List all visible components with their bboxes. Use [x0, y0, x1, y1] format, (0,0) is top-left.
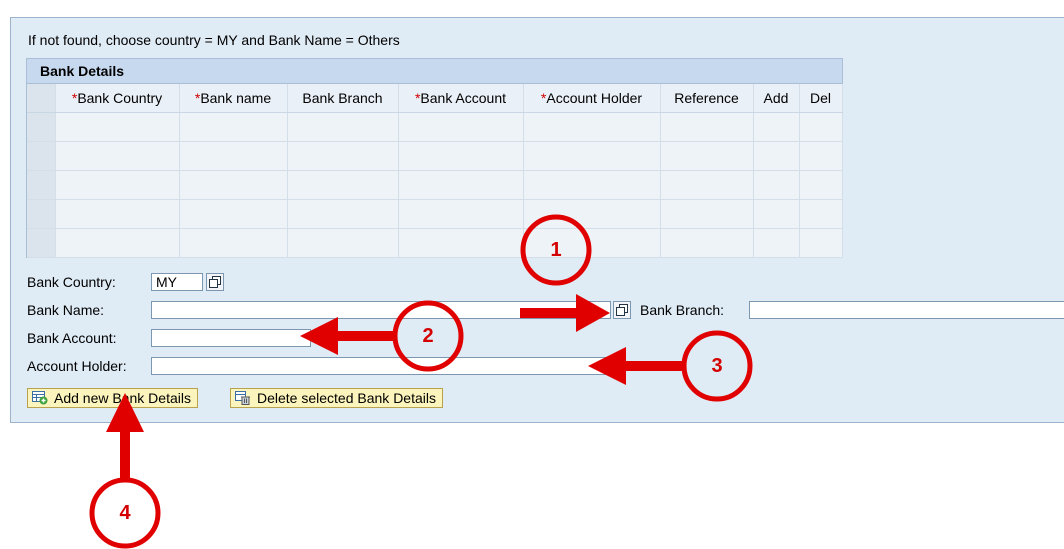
table-cell[interactable] [55, 112, 180, 142]
table-cell[interactable] [660, 112, 754, 142]
table-cell[interactable] [398, 112, 524, 142]
bank-branch-field[interactable] [749, 301, 1064, 319]
table-cell[interactable] [55, 141, 180, 171]
table-cell[interactable] [179, 199, 288, 229]
delete-bank-details-button[interactable]: Delete selected Bank Details [230, 388, 443, 408]
table-cell[interactable] [179, 228, 288, 258]
table-cell[interactable] [799, 199, 843, 229]
table-cell[interactable] [799, 170, 843, 200]
column-header-label: Del [809, 90, 831, 106]
table-cell[interactable] [287, 199, 399, 229]
bank-country-field[interactable]: MY [151, 273, 203, 291]
column-header-add[interactable]: Add [753, 84, 800, 113]
table-cell[interactable] [660, 228, 754, 258]
column-header-account-holder[interactable]: *Account Holder [523, 84, 661, 113]
table-cell[interactable] [287, 228, 399, 258]
table-cell[interactable] [753, 228, 800, 258]
row-selector[interactable] [27, 141, 56, 171]
table-cell[interactable] [799, 228, 843, 258]
bank-account-field[interactable] [151, 329, 311, 347]
table-cell[interactable] [660, 199, 754, 229]
bank-details-grid: *Bank Country *Bank name Bank Branch *Bank … [27, 84, 843, 258]
table-header-row: *Bank Country *Bank name Bank Branch *Bank … [27, 84, 843, 113]
column-header-label: Bank Country [77, 90, 163, 106]
column-header-bank-country[interactable]: *Bank Country [55, 84, 180, 113]
marker-2-number: 2 [422, 325, 434, 347]
table-cell[interactable] [660, 141, 754, 171]
account-holder-label: Account Holder: [27, 358, 127, 374]
select-all-cell[interactable] [27, 84, 56, 113]
table-row[interactable] [27, 199, 843, 229]
row-selector[interactable] [27, 112, 56, 142]
table-cell[interactable] [753, 112, 800, 142]
bank-account-label: Bank Account: [27, 330, 117, 346]
delete-row-icon [235, 391, 250, 405]
marker-3-number: 3 [711, 355, 723, 377]
column-header-reference[interactable]: Reference [660, 84, 754, 113]
row-selector[interactable] [27, 170, 56, 200]
delete-bank-details-label: Delete selected Bank Details [257, 390, 436, 406]
table-cell[interactable] [398, 199, 524, 229]
table-cell[interactable] [523, 170, 661, 200]
bank-details-table: Bank Details *Bank Country *Bank name Bank… [26, 58, 843, 258]
column-header-label: Bank Account [420, 90, 507, 106]
table-cell[interactable] [398, 141, 524, 171]
table-cell[interactable] [660, 170, 754, 200]
column-header-label: Add [763, 90, 789, 106]
table-cell[interactable] [179, 112, 288, 142]
table-title: Bank Details [27, 59, 842, 84]
table-cell[interactable] [799, 112, 843, 142]
bank-country-valuehelp-icon[interactable] [206, 273, 224, 291]
bank-name-label: Bank Name: [27, 302, 105, 318]
table-cell[interactable] [287, 112, 399, 142]
table-cell[interactable] [179, 170, 288, 200]
column-header-label: Account Holder [546, 90, 643, 106]
table-cell[interactable] [398, 228, 524, 258]
column-header-label: Bank Branch [302, 90, 383, 106]
column-header-bank-branch[interactable]: Bank Branch [287, 84, 399, 113]
add-bank-details-button[interactable]: Add new Bank Details [27, 388, 198, 408]
table-cell[interactable] [799, 141, 843, 171]
bank-branch-label: Bank Branch: [640, 302, 725, 318]
table-cell[interactable] [55, 199, 180, 229]
column-header-bank-name[interactable]: *Bank name [179, 84, 288, 113]
column-header-label: Reference [674, 90, 739, 106]
row-selector[interactable] [27, 228, 56, 258]
table-cell[interactable] [753, 141, 800, 171]
table-cell[interactable] [753, 170, 800, 200]
hint-text: If not found, choose country = MY and Ba… [28, 32, 400, 48]
account-holder-field[interactable] [151, 357, 611, 375]
table-cell[interactable] [55, 228, 180, 258]
bank-name-valuehelp-icon[interactable] [613, 301, 631, 319]
marker-4-number: 4 [119, 502, 131, 524]
table-cell[interactable] [398, 170, 524, 200]
bank-country-label: Bank Country: [27, 274, 116, 290]
table-cell[interactable] [753, 199, 800, 229]
table-cell[interactable] [523, 199, 661, 229]
table-row[interactable] [27, 141, 843, 171]
marker-1-number: 1 [550, 239, 562, 261]
row-selector[interactable] [27, 199, 56, 229]
column-header-del[interactable]: Del [799, 84, 843, 113]
table-row[interactable] [27, 170, 843, 200]
column-header-label: Bank name [200, 90, 272, 106]
table-cell[interactable] [179, 141, 288, 171]
table-cell[interactable] [287, 141, 399, 171]
table-cell[interactable] [523, 141, 661, 171]
bank-name-field[interactable] [151, 301, 611, 319]
column-header-bank-account[interactable]: *Bank Account [398, 84, 524, 113]
table-row[interactable] [27, 112, 843, 142]
add-row-icon [32, 391, 48, 405]
table-cell[interactable] [523, 112, 661, 142]
table-body [27, 112, 843, 258]
table-row[interactable] [27, 228, 843, 258]
table-cell[interactable] [55, 170, 180, 200]
table-cell[interactable] [287, 170, 399, 200]
add-bank-details-label: Add new Bank Details [54, 390, 191, 406]
